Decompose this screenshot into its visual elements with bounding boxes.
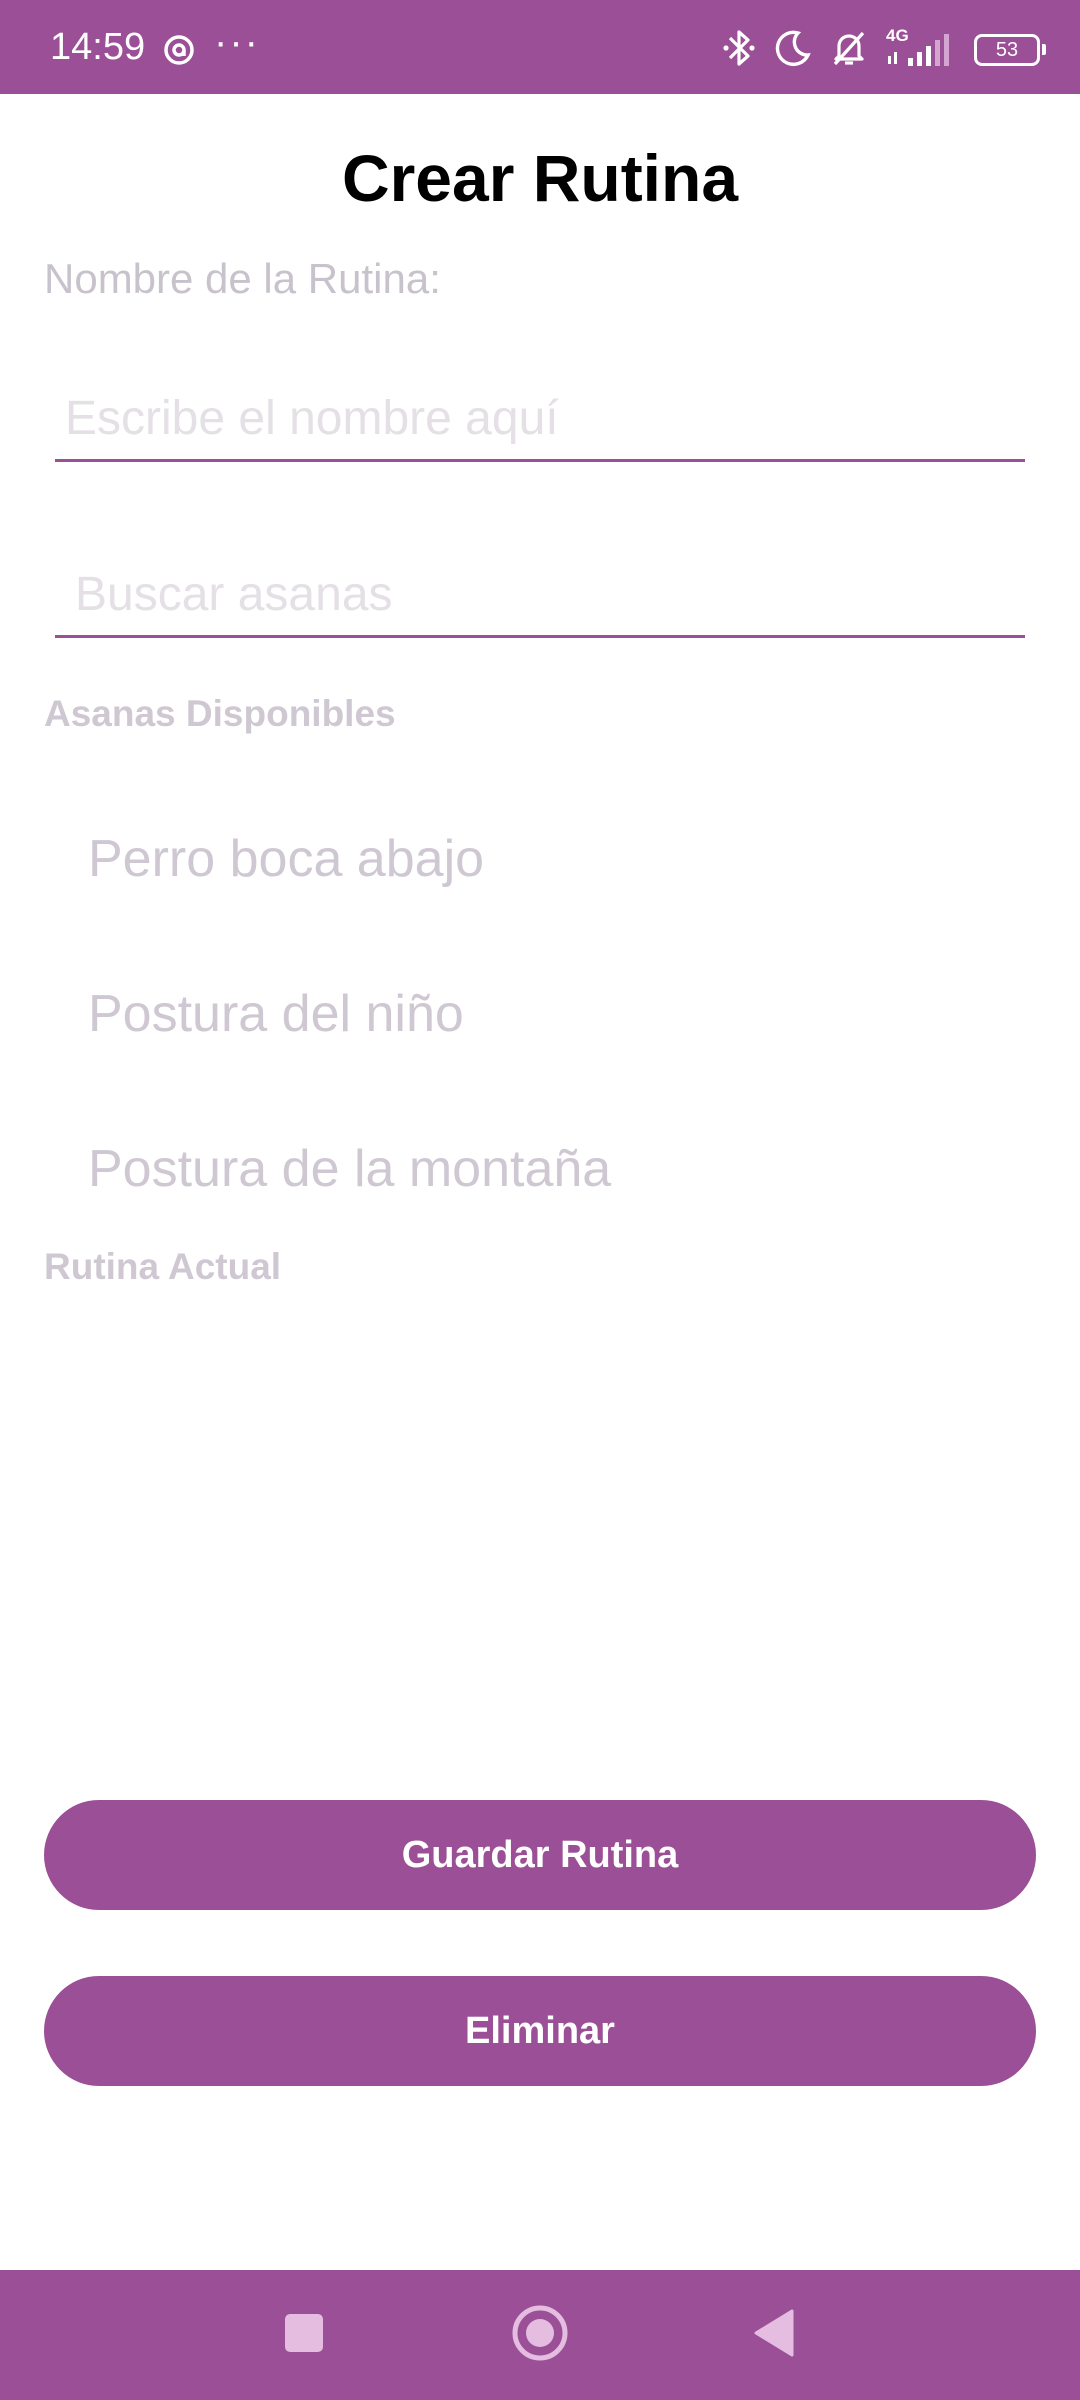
battery-level: 53 [995,39,1019,61]
delete-button[interactable]: Eliminar [44,1976,1036,2086]
battery-icon: 53 [974,34,1046,66]
recents-square-icon [284,2313,324,2358]
asana-item-postura-de-la-montana[interactable]: Postura de la montaña [88,1143,611,1195]
home-circle-icon [511,2304,569,2367]
routine-name-input[interactable] [55,378,1025,462]
search-asanas-input[interactable] [55,554,1025,638]
recents-button[interactable] [244,2270,364,2400]
asana-item-perro-boca-abajo[interactable]: Perro boca abajo [88,833,484,885]
bluetooth-icon [722,28,756,73]
back-triangle-icon [752,2308,796,2363]
asana-item-postura-del-nino[interactable]: Postura del niño [88,988,464,1040]
screen: 14:59 ··· 4G 53 Crear Rutina Nombre de l… [0,0,1080,2400]
current-routine-list [44,1300,1036,1760]
routine-name-label: Nombre de la Rutina: [44,255,441,302]
more-notifications-icon: ··· [214,20,260,64]
system-navigation-bar [0,2270,1080,2400]
page-title: Crear Rutina [341,141,739,215]
current-routine-title: Rutina Actual [44,1246,282,1287]
notifications-muted-icon [830,28,868,73]
status-icons: 4G 53 [722,26,1046,73]
status-bar: 14:59 ··· 4G 53 [0,0,1080,94]
back-button[interactable] [714,2270,834,2400]
signal-4g-icon: 4G [886,26,956,70]
threads-icon [162,32,196,73]
home-button[interactable] [480,2270,600,2400]
save-routine-button[interactable]: Guardar Rutina [44,1800,1036,1910]
do-not-disturb-moon-icon [774,29,812,72]
status-time: 14:59 [50,26,146,68]
available-asanas-title: Asanas Disponibles [44,693,396,734]
